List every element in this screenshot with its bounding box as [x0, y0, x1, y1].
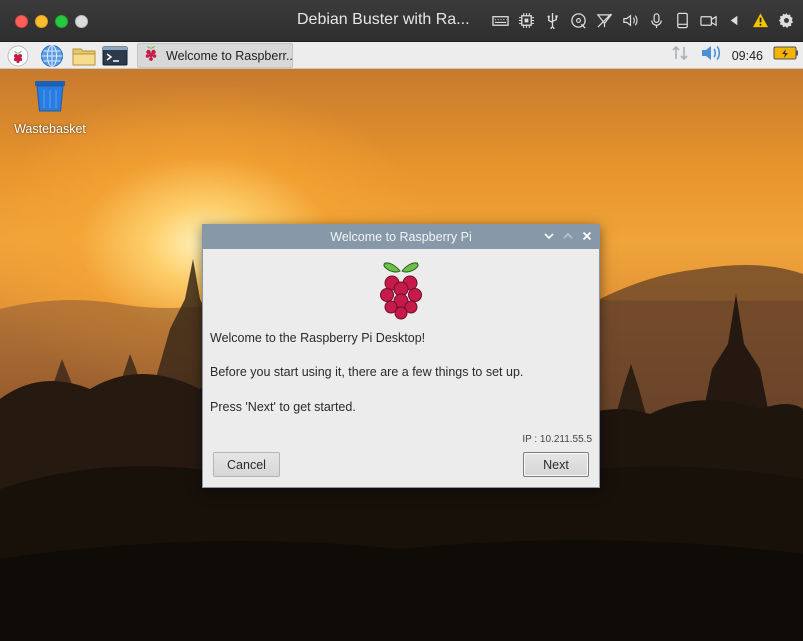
vm-window-titlebar: Debian Buster with Ra... — [0, 0, 803, 42]
network-off-icon[interactable] — [595, 10, 613, 30]
instruction-message: Press 'Next' to get started. — [210, 400, 356, 414]
web-browser-icon[interactable] — [39, 44, 65, 67]
raspberry-menu-icon[interactable] — [5, 44, 31, 67]
usb-icon[interactable] — [543, 10, 561, 30]
ip-address-label: IP : 10.211.55.5 — [522, 434, 592, 445]
zoom-window-button[interactable] — [55, 15, 68, 28]
warning-icon[interactable] — [751, 10, 769, 30]
dialog-titlebar[interactable]: Welcome to Raspberry Pi — [203, 225, 599, 249]
settings-gear-icon[interactable] — [777, 10, 795, 30]
chevron-up-icon[interactable] — [562, 229, 574, 243]
network-arrows-icon[interactable] — [670, 43, 690, 68]
volume-icon[interactable] — [700, 43, 722, 68]
arrow-left-icon[interactable] — [725, 10, 743, 30]
clock[interactable]: 09:46 — [732, 49, 763, 63]
desktop-icon-label: Wastebasket — [14, 122, 86, 136]
camera-icon[interactable] — [699, 10, 717, 30]
fullscreen-window-button[interactable] — [75, 15, 88, 28]
close-icon[interactable] — [581, 229, 593, 243]
dialog-title: Welcome to Raspberry Pi — [330, 230, 472, 244]
cancel-button[interactable]: Cancel — [213, 452, 280, 477]
phone-icon[interactable] — [673, 10, 691, 30]
setup-message: Before you start using it, there are a f… — [210, 365, 524, 379]
desktop-panel: Welcome to Raspberr... 09:46 — [0, 42, 803, 69]
battery-icon[interactable] — [773, 45, 799, 66]
microphone-icon[interactable] — [647, 10, 665, 30]
close-window-button[interactable] — [15, 15, 28, 28]
chevron-down-icon[interactable] — [543, 229, 555, 243]
terminal-icon[interactable] — [102, 44, 128, 67]
taskbar-button-label: Welcome to Raspberr... — [166, 48, 292, 63]
cd-icon[interactable] — [569, 10, 587, 30]
next-button[interactable]: Next — [523, 452, 589, 477]
keyboard-icon[interactable] — [491, 10, 509, 30]
cpu-icon[interactable] — [517, 10, 535, 30]
desktop-icon-wastebasket[interactable]: Wastebasket — [10, 79, 90, 136]
welcome-dialog: Welcome to Raspberry Pi Welcome to the R… — [202, 224, 600, 488]
raspberry-logo-icon — [375, 259, 427, 326]
trash-icon — [32, 79, 68, 118]
raspberry-logo-icon — [141, 43, 161, 68]
vm-window-title: Debian Buster with Ra... — [297, 11, 470, 28]
minimize-window-button[interactable] — [35, 15, 48, 28]
taskbar-button-welcome[interactable]: Welcome to Raspberr... — [137, 43, 293, 68]
file-manager-icon[interactable] — [71, 44, 97, 67]
welcome-message: Welcome to the Raspberry Pi Desktop! — [210, 331, 426, 345]
speaker-icon[interactable] — [621, 10, 639, 30]
